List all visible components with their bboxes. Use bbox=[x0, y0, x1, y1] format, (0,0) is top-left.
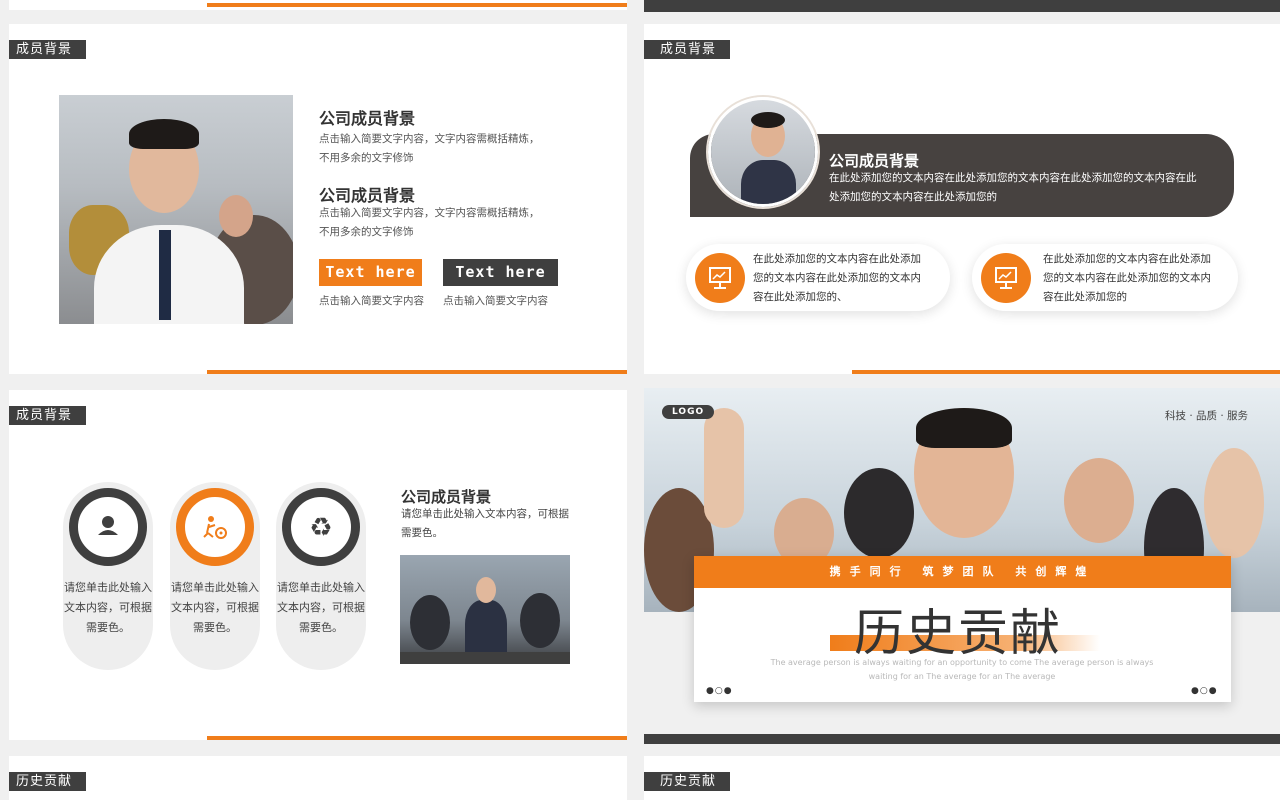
slide-accent-line bbox=[852, 370, 1280, 374]
slide-history-cover[interactable]: LOGO 科技 · 品质 · 服务 携手同行 筑梦团队 共创辉煌 历史贡献 Th… bbox=[644, 388, 1280, 746]
slide-accent-line bbox=[207, 3, 627, 7]
slide-bottom-bar bbox=[644, 734, 1280, 744]
slide-accent-line bbox=[207, 370, 627, 374]
info-pill-1[interactable]: 在此处添加您的文本内容在此处添加您的文本内容在此处添加您的文本内容在此处添加您的… bbox=[686, 244, 950, 311]
slogan-band: 携手同行 筑梦团队 共创辉煌 bbox=[694, 556, 1231, 588]
capsule-text: 请您单击此处输入文本内容，可根据需要色。 bbox=[171, 581, 259, 634]
feature-capsule-2[interactable]: 请您单击此处输入文本内容，可根据需要色。 bbox=[170, 482, 260, 670]
feature-capsule-1[interactable]: 请您单击此处输入文本内容，可根据需要色。 bbox=[63, 482, 153, 670]
member-portrait bbox=[708, 97, 818, 207]
slide-history-contribution-1[interactable]: 历史贡献 bbox=[9, 756, 627, 800]
slide-top-left-partial bbox=[9, 0, 627, 10]
capsule-text: 请您单击此处输入文本内容，可根据需要色。 bbox=[277, 581, 365, 634]
text-here-button-orange[interactable]: Text here bbox=[319, 259, 422, 286]
slide-member-background-2[interactable]: 成员背景 公司成员背景 在此处添加您的文本内容在此处添加您的文本内容在此处添加您… bbox=[644, 24, 1280, 374]
top-nav-tagline: 科技 · 品质 · 服务 bbox=[1165, 410, 1249, 422]
presentation-icon bbox=[695, 253, 745, 303]
slide-tag: 成员背景 bbox=[9, 40, 87, 59]
cover-title: 历史贡献 bbox=[854, 604, 1062, 662]
teamwork-gear-icon bbox=[176, 488, 254, 566]
slide-member-background-1[interactable]: 成员背景 公司成员背景 点击输入简要文字内容，文字内容需概括精炼，不用多余的文字… bbox=[9, 24, 627, 374]
section-title-1: 公司成员背景 bbox=[319, 109, 416, 128]
capsule-text: 请您单击此处输入文本内容，可根据需要色。 bbox=[64, 581, 152, 634]
info-pill-2[interactable]: 在此处添加您的文本内容在此处添加您的文本内容在此处添加您的文本内容在此处添加您的 bbox=[972, 244, 1238, 311]
member-photo bbox=[59, 95, 293, 324]
pagination-dots-right: ●○● bbox=[1191, 686, 1218, 696]
slide-top-right-partial bbox=[644, 0, 1280, 12]
section-desc-2: 点击输入简要文字内容，文字内容需概括精炼，不用多余的文字修饰 bbox=[319, 207, 540, 238]
cover-subtitle: The average person is always waiting for… bbox=[770, 658, 1154, 681]
pagination-dots-left: ●○● bbox=[706, 686, 733, 696]
bar-title: 公司成员背景 bbox=[829, 152, 920, 170]
brand-logo: LOGO bbox=[662, 405, 715, 419]
team-photo bbox=[400, 555, 570, 664]
pill-text: 在此处添加您的文本内容在此处添加您的文本内容在此处添加您的文本内容在此处添加您的 bbox=[1043, 253, 1211, 303]
slide-tag: 历史贡献 bbox=[644, 772, 731, 791]
section-desc-1: 点击输入简要文字内容，文字内容需概括精炼，不用多余的文字修饰 bbox=[319, 133, 540, 164]
slide-tag: 成员背景 bbox=[9, 406, 87, 425]
svg-text:♻: ♻ bbox=[309, 513, 332, 543]
section-desc: 请您单击此处输入文本内容，可根据需要色。 bbox=[401, 508, 569, 539]
feature-capsule-3[interactable]: ♻ 请您单击此处输入文本内容，可根据需要色。 bbox=[276, 482, 366, 670]
button-caption-2: 点击输入简要文字内容 bbox=[443, 295, 548, 307]
slide-history-contribution-2[interactable]: 历史贡献 bbox=[644, 756, 1280, 800]
slide-tag: 成员背景 bbox=[644, 40, 731, 59]
slide-member-background-3[interactable]: 成员背景 请您单击此处输入文本内容，可根据需要色。 请您单击此处输入文本内容，可… bbox=[9, 390, 627, 740]
presentation-icon bbox=[981, 253, 1031, 303]
person-icon bbox=[69, 488, 147, 566]
slide-tag: 历史贡献 bbox=[9, 772, 87, 791]
recycle-icon: ♻ bbox=[282, 488, 360, 566]
pill-text: 在此处添加您的文本内容在此处添加您的文本内容在此处添加您的文本内容在此处添加您的… bbox=[753, 253, 921, 303]
section-title-2: 公司成员背景 bbox=[319, 186, 416, 205]
section-title: 公司成员背景 bbox=[401, 488, 492, 506]
button-caption-1: 点击输入简要文字内容 bbox=[319, 295, 424, 307]
bar-text: 在此处添加您的文本内容在此处添加您的文本内容在此处添加您的文本内容在此处添加您的… bbox=[829, 172, 1197, 203]
slide-accent-line bbox=[207, 736, 627, 740]
text-here-button-dark[interactable]: Text here bbox=[443, 259, 558, 286]
